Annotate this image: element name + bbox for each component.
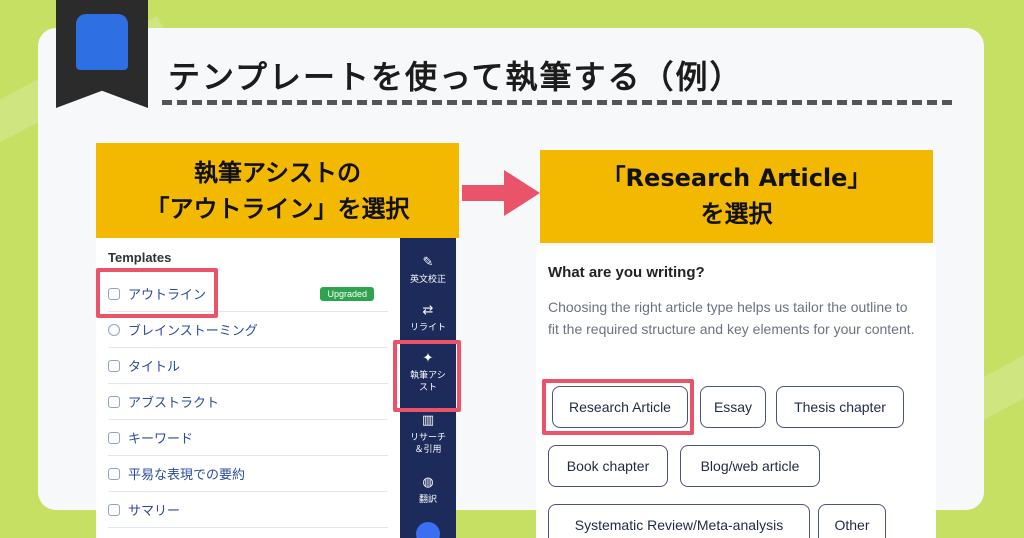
sidebar-label: 英文校正 [409,275,446,285]
chat-bubble-icon [108,323,120,336]
keyword-icon [108,431,120,444]
template-item-title[interactable]: タイトル [108,348,388,384]
pen-icon: ✎ [422,255,434,270]
globe-icon: ◍ [422,475,434,490]
template-item-plain-summary[interactable]: 平易な表現での要約 [108,456,388,492]
step-callout-left: 執筆アシストの 「アウトライン」を選択 [96,143,459,238]
title-icon [108,359,120,372]
step-callout-right: 「Research Article」 を選択 [540,150,933,243]
summary-icon [108,467,120,480]
callout-line: を選択 [700,200,773,228]
question-heading: What are you writing? [548,264,705,281]
template-item-summary[interactable]: サマリー [108,492,388,528]
sidebar-item-proofreading[interactable]: ✎ 英文校正 [400,256,456,286]
sidebar-item-rewrite[interactable]: ⇄ リライト [400,304,456,334]
template-label: アブストラクト [128,396,220,411]
question-description: Choosing the right article type helps us… [548,299,915,337]
template-item-keyword[interactable]: キーワード [108,420,388,456]
upgraded-badge: Upgraded [320,286,374,301]
callout-line: 執筆アシストの [193,159,362,187]
callout-line: 「Research Article」 [601,164,872,192]
template-label: 平易な表現での要約 [128,468,246,483]
template-label: キーワード [128,432,194,447]
type-thesis-chapter[interactable]: Thesis chapter [776,386,904,428]
sidebar-label: リサーチ＆引用 [409,433,446,455]
sidebar-label: 翻訳 [418,495,437,505]
highlight-writing-assist [393,340,461,412]
template-label: ブレインストーミング [128,324,258,339]
page-title: テンプレートを使って執筆する（例） [168,58,744,96]
template-label: タイトル [128,360,181,375]
type-blog-web-article[interactable]: Blog/web article [680,445,820,487]
logo-icon [76,14,128,70]
title-divider [162,100,952,105]
sidebar-label: リライト [409,323,446,333]
type-essay[interactable]: Essay [700,386,766,428]
highlight-research-article [542,379,694,435]
type-other[interactable]: Other [818,504,886,538]
document-icon [108,395,120,408]
refresh-icon: ⇄ [422,303,434,318]
sidebar-item-translate[interactable]: ◍ 翻訳 [400,476,456,506]
type-book-chapter[interactable]: Book chapter [548,445,668,487]
templates-heading: Templates [108,250,172,265]
highlight-outline [96,268,218,318]
books-icon: ▥ [421,413,435,428]
sidebar-item-research[interactable]: ▥ リサーチ＆引用 [400,414,456,456]
template-item-abstract[interactable]: アブストラクト [108,384,388,420]
template-label: サマリー [128,504,181,519]
copy-icon[interactable] [416,522,440,538]
summary-icon [108,503,120,516]
arrow-right-icon [462,170,540,216]
type-systematic-review[interactable]: Systematic Review/Meta-analysis [548,504,810,538]
callout-line: 「アウトライン」を選択 [145,195,410,223]
